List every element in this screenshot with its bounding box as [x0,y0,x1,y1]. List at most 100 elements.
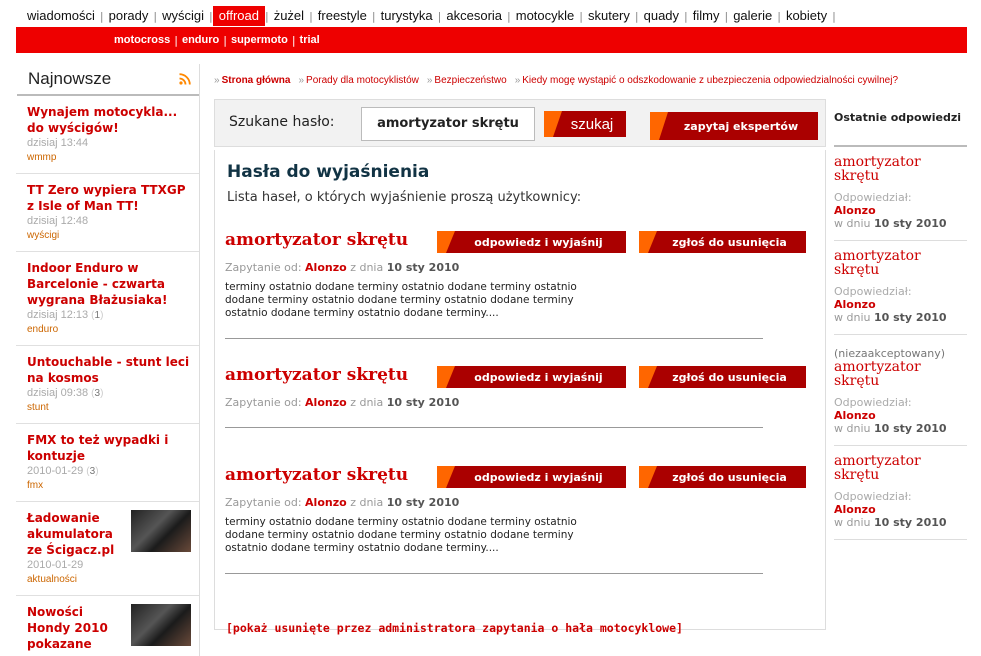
breadcrumb-arrow: » [214,74,220,86]
news-category[interactable]: wyścigi [27,229,191,243]
entry-keyword[interactable]: amortyzator skrętu [225,465,408,485]
report-delete-button[interactable]: zgłoś do usunięcia [639,466,806,488]
topnav-item-0[interactable]: wiadomości [22,6,100,26]
subnav-item-0[interactable]: motocross [110,34,174,46]
report-delete-label: zgłoś do usunięcia [672,370,787,384]
breadcrumb-item-2[interactable]: Bezpieczeństwo [434,75,506,86]
latest-news-header: Najnowsze [17,64,199,96]
topnav-item-4[interactable]: żużel [269,6,309,26]
answer-date-value: 10 sty 2010 [873,311,947,324]
topnav-item-1[interactable]: porady [104,6,154,26]
answer-button[interactable]: odpowiedz i wyjaśnij [437,466,626,488]
topnav-item-6[interactable]: turystyka [376,6,438,26]
entry-keyword[interactable]: amortyzator skrętu [225,230,408,250]
news-category[interactable]: stunt [27,401,191,415]
topnav-item-9[interactable]: skutery [583,6,635,26]
main-content: Hasła do wyjaśnienia Lista haseł, o któr… [214,150,826,630]
answer-user[interactable]: Alonzo [834,503,967,516]
news-item: Nowości Hondy 2010 pokazane [16,596,199,656]
answer-keyword[interactable]: amortyzator skrętu [834,360,967,388]
recent-answers-title: Ostatnie odpowiedzi [834,99,967,147]
news-item: FMX to też wypadki i kontuzje2010-01-293… [16,424,199,502]
comment-count[interactable]: 3 [86,464,98,479]
rss-icon[interactable] [179,73,191,85]
breadcrumb-item-1[interactable]: Porady dla motocyklistów [306,75,419,86]
search-label: Szukane hasło: [229,114,335,130]
search-button[interactable]: szukaj [544,111,626,137]
breadcrumb-item-3[interactable]: Kiedy mogę wystąpić o odszkodowanie z ub… [522,75,898,86]
breadcrumb: » Strona główna» Porady dla motocyklistów»… [214,72,966,88]
report-delete-button[interactable]: zgłoś do usunięcia [639,231,806,253]
topnav-item-8[interactable]: motocykle [511,6,580,26]
news-title[interactable]: TT Zero wypiera TTXGP z Isle of Man TT! [27,182,191,214]
news-title[interactable]: Untouchable - stunt leci na kosmos [27,354,191,386]
topnav-item-10[interactable]: quady [639,6,684,26]
news-category[interactable]: fmx [27,479,191,493]
topnav-item-3[interactable]: offroad [212,6,265,26]
answer-user[interactable]: Alonzo [834,409,967,422]
breadcrumb-arrow: » [426,74,433,86]
latest-news-sidebar: Najnowsze Wynajem motocykla... do wyścig… [16,64,200,656]
answered-label: Odpowiedział: [834,191,912,204]
top-navigation: wiadomości | porady | wyścigi | offroad | żużel |… [22,6,836,26]
topnav-item-5[interactable]: freestyle [313,6,372,26]
report-delete-label: zgłoś do usunięcia [672,470,787,484]
topnav-item-2[interactable]: wyścigi [157,6,209,26]
show-deleted-link[interactable]: [pokaż usunięte przez administratora zap… [226,621,683,635]
entry-keyword[interactable]: amortyzator skrętu [225,365,408,385]
entry-date: 10 sty 2010 [386,261,460,274]
answer-button[interactable]: odpowiedz i wyjaśnij [437,231,626,253]
answer-user[interactable]: Alonzo [834,298,967,311]
answer-user[interactable]: Alonzo [834,204,967,217]
comment-count[interactable]: 3 [91,386,103,401]
subnav-item-1[interactable]: enduro [178,34,223,46]
answer-button[interactable]: odpowiedz i wyjaśnij [437,366,626,388]
subnav-item-2[interactable]: supermoto [227,34,292,46]
answer-keyword[interactable]: amortyzator skrętu [834,454,967,482]
topnav-item-11[interactable]: filmy [688,6,725,26]
report-delete-button[interactable]: zgłoś do usunięcia [639,366,806,388]
entry-user[interactable]: Alonzo [305,496,347,509]
news-time: 2010-01-29 [27,465,84,477]
news-title[interactable]: FMX to też wypadki i kontuzje [27,432,191,464]
breadcrumb-item-0[interactable]: Strona główna [222,75,291,86]
sub-navigation: motocross | enduro | supermoto | trial [110,27,324,53]
topnav-separator: | [832,9,836,23]
news-title[interactable]: Indoor Enduro w Barcelonie - czwarta wyg… [27,260,191,308]
answer-keyword[interactable]: amortyzator skrętu [834,155,967,183]
answered-label: Odpowiedział: [834,285,912,298]
breadcrumb-arrow: » [298,74,305,86]
news-title[interactable]: Nowości Hondy 2010 pokazane [27,604,123,652]
news-thumbnail[interactable] [131,510,191,552]
answer-date-value: 10 sty 2010 [873,422,947,435]
latest-news-title: Najnowsze [28,69,112,88]
news-thumbnail[interactable] [131,604,191,646]
news-title[interactable]: Wynajem motocykla... do wyścigów! [27,104,191,136]
entry-date: 10 sty 2010 [386,396,460,409]
answer-keyword[interactable]: amortyzator skrętu [834,249,967,277]
topnav-item-13[interactable]: kobiety [781,6,832,26]
news-title[interactable]: Ładowanie akumulatora ze Ścigacz.pl [27,510,123,558]
date-prefix: z dnia [350,396,384,409]
entry-user[interactable]: Alonzo [305,396,347,409]
news-meta: dzisiaj 13:44 [27,136,191,151]
subnav-item-3[interactable]: trial [296,34,324,46]
news-category[interactable]: wmmp [27,151,191,165]
report-delete-label: zgłoś do usunięcia [672,235,787,249]
entry-user[interactable]: Alonzo [305,261,347,274]
news-meta: dzisiaj 12:131 [27,308,191,323]
asked-by-label: Zapytanie od: [225,261,302,274]
news-meta: 2010-01-293 [27,464,191,479]
comment-count[interactable]: 1 [91,308,103,323]
answered-label: Odpowiedział: [834,490,912,503]
news-category[interactable]: enduro [27,323,191,337]
news-meta: 2010-01-29 [27,558,123,573]
news-category[interactable]: aktualności [27,573,123,587]
recent-answers-sidebar: Ostatnie odpowiedzi amortyzator skrętu Od… [834,99,967,656]
topnav-item-7[interactable]: akcesoria [441,6,507,26]
news-time: dzisiaj 12:13 [27,309,89,321]
topnav-item-12[interactable]: galerie [728,6,777,26]
search-input[interactable]: amortyzator skrętu [361,107,535,141]
ask-experts-button[interactable]: zapytaj ekspertów [650,112,818,140]
answer-date: w dniu 10 sty 2010 [834,516,967,529]
